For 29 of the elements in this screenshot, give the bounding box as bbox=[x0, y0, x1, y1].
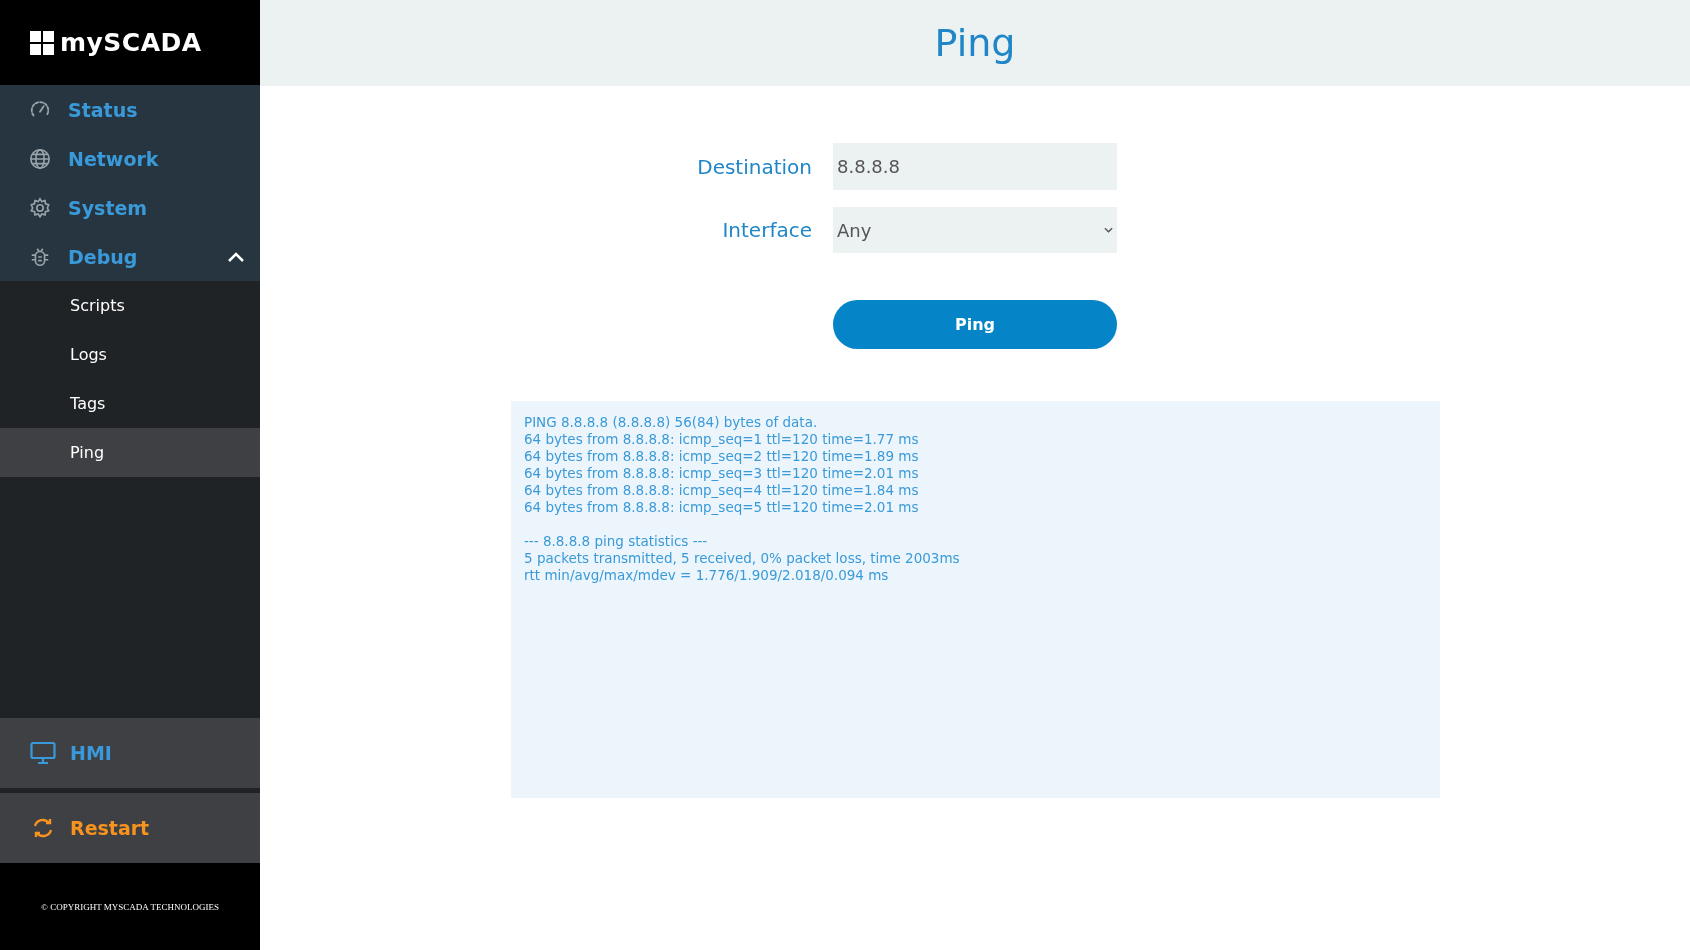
field-label: Interface bbox=[721, 218, 812, 242]
nav-item[interactable]: Restart bbox=[0, 793, 260, 863]
chevron-down-icon bbox=[1104, 227, 1113, 233]
output-line: 64 bytes from 8.8.8.8: icmp_seq=1 ttl=120 time=1.77 ms bbox=[524, 431, 920, 448]
output-line: 64 bytes from 8.8.8.8: icmp_seq=4 ttl=120 time=1.84 ms bbox=[524, 482, 920, 499]
field-label: Destination bbox=[696, 154, 812, 179]
submenu-item[interactable]: Scripts bbox=[0, 281, 260, 330]
output-line: rtt min/avg/max/mdev = 1.776/1.909/2.018/0.094 ms bbox=[524, 567, 890, 584]
ping-button[interactable]: Ping bbox=[833, 300, 1117, 349]
submenu-item[interactable]: Tags bbox=[0, 379, 260, 428]
settings-icon bbox=[29, 196, 51, 219]
output-line: PING 8.8.8.8 (8.8.8.8) 56(84) bytes of data. bbox=[524, 414, 819, 431]
monitor-icon bbox=[30, 741, 56, 765]
globe-icon bbox=[29, 147, 51, 170]
logo-grid-icon bbox=[30, 30, 54, 55]
output-line: 5 packets transmitted, 5 received, 0% packet loss, time 2003ms bbox=[524, 550, 961, 567]
destination-field[interactable]: 8.8.8.8 bbox=[833, 143, 1117, 190]
chevron-icon bbox=[228, 251, 244, 262]
copyright-text: © COPYRIGHT MYSCADA TECHNOLOGIES bbox=[41, 901, 219, 912]
page-title: Ping bbox=[934, 21, 1016, 65]
output-line: --- 8.8.8.8 ping statistics --- bbox=[524, 533, 709, 550]
nav-item[interactable]: HMI bbox=[0, 718, 260, 788]
logo-text: mySCADA bbox=[60, 28, 202, 57]
output-line: 64 bytes from 8.8.8.8: icmp_seq=2 ttl=120 time=1.89 ms bbox=[524, 448, 920, 465]
output-line: 64 bytes from 8.8.8.8: icmp_seq=3 ttl=120 time=2.01 ms bbox=[524, 465, 920, 482]
interface-dropdown[interactable]: Any bbox=[833, 207, 1117, 253]
output-line: 64 bytes from 8.8.8.8: icmp_seq=5 ttl=120 time=2.01 ms bbox=[524, 499, 920, 516]
submenu-item[interactable]: Logs bbox=[0, 330, 260, 379]
submenu-item[interactable]: Ping bbox=[0, 428, 260, 477]
